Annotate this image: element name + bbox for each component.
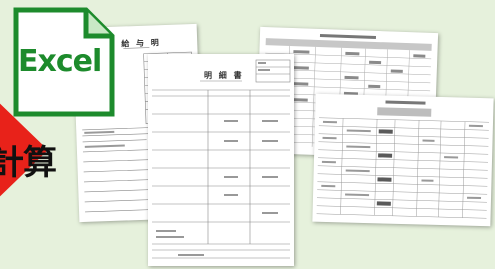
- calc-label: 計算: [0, 143, 57, 183]
- calculation-sheet-document: [312, 93, 494, 227]
- excel-label: Excel: [18, 44, 102, 79]
- detail-sheet-document: 明 細 書: [148, 54, 294, 266]
